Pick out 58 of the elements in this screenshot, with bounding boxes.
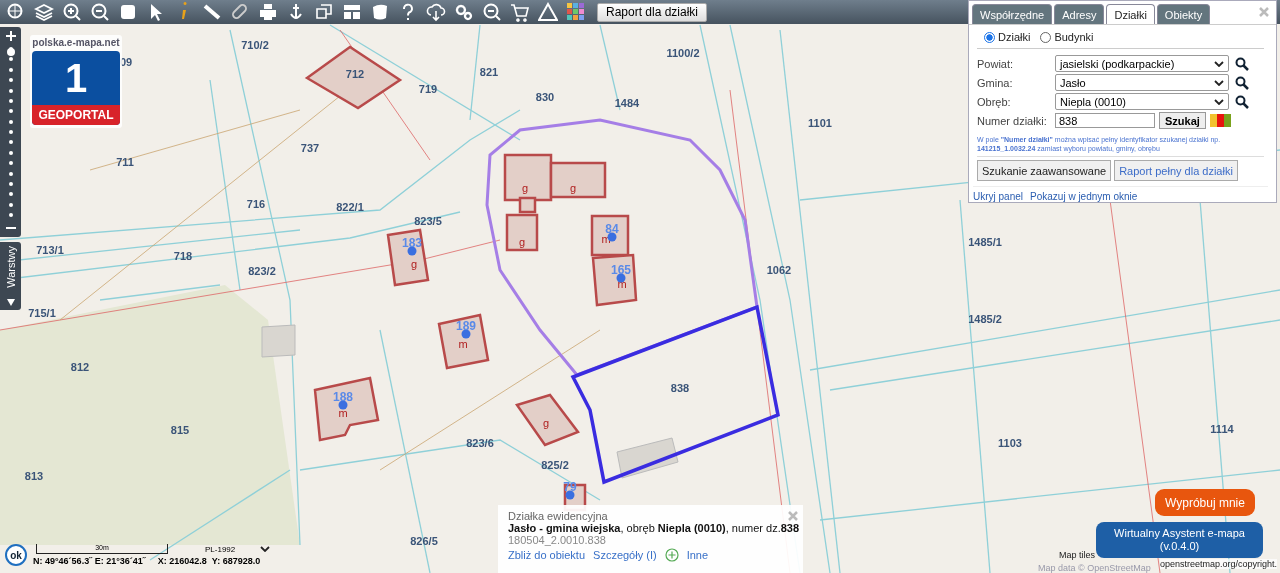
geo-coordinates: N: 49°46´56.3˝ E: 21°36´41˝ xyxy=(33,556,146,566)
parcel-number: 838 xyxy=(670,382,690,394)
building-type-letter: m xyxy=(338,407,348,419)
building-type-letter: g xyxy=(542,417,550,429)
logo-name: GEOPORTAL xyxy=(32,105,120,125)
parcel-number: 813 xyxy=(24,470,44,482)
logo-number: 1 xyxy=(64,55,88,102)
parcel-number: 815 xyxy=(170,424,190,436)
field-label: Numer działki: xyxy=(977,114,1048,127)
parcel-number: 1114 xyxy=(1210,423,1234,435)
parcel-number: 09 xyxy=(119,56,133,68)
y-coordinate: Y: 687928.0 xyxy=(211,556,261,566)
attribution-text: Map tiles xyxy=(1059,550,1095,560)
field-label: Powiat: xyxy=(977,57,1015,70)
parcel-number: 715/1 xyxy=(28,307,56,319)
parcel-identifier: 180504_2.0010.838 xyxy=(508,534,607,546)
parcel-number: 737 xyxy=(300,142,320,154)
field-label: Obręb: xyxy=(977,95,1012,108)
parcel-number: 716 xyxy=(246,198,266,210)
parcel-number: 1100/2 xyxy=(666,47,700,59)
parcel-number: 825/2 xyxy=(541,459,569,471)
building-type-letter: g xyxy=(521,182,529,194)
parcel-number: 1484 xyxy=(614,97,640,109)
attribution-text: Map data © OpenStreetMap xyxy=(1038,563,1151,573)
x-coordinate: X: 216042.8 xyxy=(157,556,207,566)
building-type-letter: g xyxy=(518,236,526,248)
parcel-number: 823/5 xyxy=(414,215,442,227)
parcel-number: 1062 xyxy=(766,264,792,276)
parcel-number: 826/5 xyxy=(410,535,438,547)
building-type-letter: m xyxy=(458,338,468,350)
parcel-number: 812 xyxy=(70,361,90,373)
building-type-letter: g xyxy=(569,182,577,194)
parcel-number: 712 xyxy=(345,68,365,80)
radio-label: Działki xyxy=(998,31,1031,43)
radio-label: Budynki xyxy=(1054,31,1094,43)
parcel-number: 718 xyxy=(173,250,193,262)
popup-title: Działka ewidencyjna xyxy=(508,510,609,522)
parcel-number: 823/2 xyxy=(248,265,276,277)
building-type-letter: g xyxy=(410,258,418,270)
parcel-number: 1101 xyxy=(808,117,832,129)
parcel-number: 719 xyxy=(418,83,438,95)
address-number: 165 xyxy=(611,263,631,277)
address-number: 188 xyxy=(333,390,353,404)
building-type-letter: m xyxy=(617,278,627,290)
parcel-number: 1485/1 xyxy=(968,236,1002,248)
parcel-number: 710/2 xyxy=(241,39,269,51)
address-number: 189 xyxy=(456,319,476,333)
parcel-number: 822/1 xyxy=(336,201,364,213)
parcel-number: 713/1 xyxy=(36,244,64,256)
parcel-number: 823/6 xyxy=(466,437,494,449)
parcel-number: 821 xyxy=(479,66,499,78)
parcel-number: 1103 xyxy=(998,437,1022,449)
parcel-number: 1485/2 xyxy=(968,313,1002,325)
field-label: Gmina: xyxy=(977,76,1014,89)
parcel-number: 830 xyxy=(535,91,555,103)
address-number: 84 xyxy=(605,222,619,236)
site-name: polska.e-mapa.net xyxy=(32,37,120,48)
parcel-number: 711 xyxy=(116,156,134,168)
